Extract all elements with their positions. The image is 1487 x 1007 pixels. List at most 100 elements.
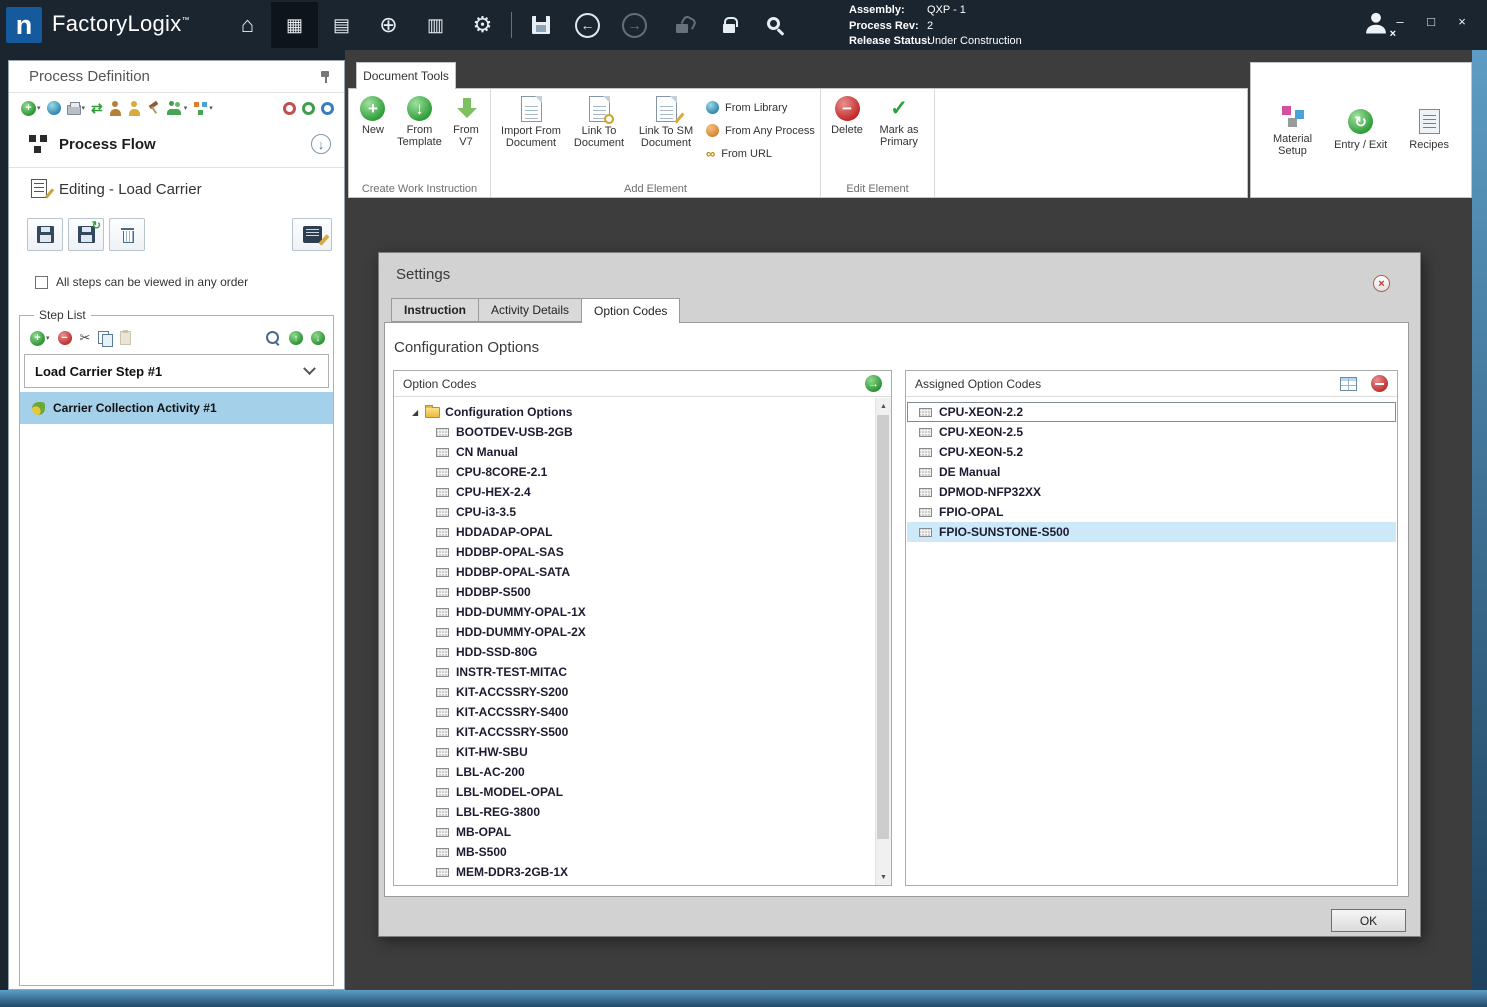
option-code-item[interactable]: HDD-SSD-80G bbox=[394, 642, 874, 662]
forward-button[interactable]: → bbox=[611, 2, 658, 48]
copy-button[interactable] bbox=[98, 330, 114, 347]
from-url-button[interactable]: ∞ From URL bbox=[706, 144, 815, 163]
option-code-item[interactable]: HDDBP-OPAL-SAS bbox=[394, 542, 874, 562]
option-code-item[interactable]: KIT-ACCSSRY-S500 bbox=[394, 722, 874, 742]
option-code-item[interactable]: CPU-i3-3.5 bbox=[394, 502, 874, 522]
status-blue-button[interactable] bbox=[321, 101, 334, 115]
zoom-button[interactable] bbox=[266, 330, 281, 346]
dialog-tab[interactable]: Option Codes bbox=[581, 298, 681, 323]
pin-icon[interactable] bbox=[319, 71, 331, 84]
documents-button[interactable]: ▤ bbox=[318, 2, 365, 48]
chevron-down-icon[interactable] bbox=[303, 361, 316, 375]
from-library-button[interactable]: From Library bbox=[706, 98, 815, 117]
entry-exit-button[interactable]: ↻ Entry / Exit bbox=[1334, 109, 1387, 151]
unlock-button[interactable] bbox=[658, 2, 705, 48]
delete-step-button[interactable] bbox=[109, 217, 145, 251]
status-red-button[interactable] bbox=[283, 101, 296, 115]
option-code-item[interactable]: CN Manual bbox=[394, 442, 874, 462]
add-step-button[interactable]: + ▾ bbox=[30, 330, 50, 346]
activity-row-selected[interactable]: Carrier Collection Activity #1 bbox=[20, 392, 333, 424]
maximize-button[interactable]: □ bbox=[1424, 14, 1438, 29]
option-code-item[interactable]: KIT-ACCSSRY-S400 bbox=[394, 702, 874, 722]
any-order-checkbox[interactable] bbox=[35, 275, 48, 289]
assigned-option-item[interactable]: CPU-XEON-2.2 bbox=[907, 402, 1396, 422]
option-code-item[interactable]: HDDBP-S500 bbox=[394, 582, 874, 602]
scrollbar-thumb[interactable] bbox=[877, 415, 889, 839]
option-code-item[interactable]: HDDBP-OPAL-SATA bbox=[394, 562, 874, 582]
scroll-up-button[interactable]: ▲ bbox=[876, 398, 891, 414]
grid-view-button[interactable] bbox=[1340, 376, 1357, 391]
assign-option-button[interactable]: → bbox=[865, 375, 882, 392]
ribbon-tab-document-tools[interactable]: Document Tools bbox=[356, 62, 456, 89]
copy-pages-button[interactable]: ▥ bbox=[412, 2, 459, 48]
assigned-option-item[interactable]: DE Manual bbox=[907, 462, 1396, 482]
option-codes-scrollbar[interactable]: ▲ ▼ bbox=[875, 398, 891, 885]
configuration-options-root[interactable]: ◢ Configuration Options bbox=[394, 402, 874, 422]
save-button[interactable] bbox=[517, 2, 564, 48]
ok-button[interactable]: OK bbox=[1331, 909, 1406, 932]
option-code-item[interactable]: BOOTDEV-USB-2GB bbox=[394, 422, 874, 442]
remove-step-button[interactable]: − bbox=[57, 331, 72, 345]
remove-assigned-button[interactable] bbox=[1371, 375, 1388, 392]
dialog-tab[interactable]: Activity Details bbox=[478, 298, 583, 322]
tools-button[interactable] bbox=[147, 101, 161, 115]
dialog-close-button[interactable]: × bbox=[1373, 275, 1390, 292]
link-to-sm-document-button[interactable]: Link To SM Document bbox=[630, 92, 702, 149]
assigned-option-item[interactable]: FPIO-OPAL bbox=[907, 502, 1396, 522]
export-step-button[interactable]: ↻ bbox=[68, 217, 104, 251]
lock-button[interactable] bbox=[705, 2, 752, 48]
dialog-tab[interactable]: Instruction bbox=[391, 298, 479, 322]
option-code-item[interactable]: MEM-DDR3-2GB-1X bbox=[394, 862, 874, 882]
assigned-option-item[interactable]: FPIO-SUNSTONE-S500 bbox=[907, 522, 1396, 542]
option-code-item[interactable]: HDD-DUMMY-OPAL-2X bbox=[394, 622, 874, 642]
from-any-process-button[interactable]: From Any Process bbox=[706, 121, 815, 140]
import-from-document-button[interactable]: Import From Document bbox=[494, 92, 568, 149]
scroll-down-button[interactable]: ▼ bbox=[876, 869, 891, 885]
option-code-item[interactable]: MB-OPAL bbox=[394, 822, 874, 842]
cut-button[interactable]: ✂ bbox=[80, 330, 91, 346]
settings-button[interactable]: ⚙ bbox=[459, 2, 506, 48]
recipes-button[interactable]: Recipes bbox=[1409, 109, 1449, 151]
home-button[interactable]: ⌂ bbox=[224, 2, 271, 48]
edit-step-button[interactable] bbox=[292, 217, 332, 251]
move-down-button[interactable]: ↓ bbox=[311, 331, 325, 345]
search-button[interactable] bbox=[752, 2, 799, 48]
process-definition-button[interactable]: ▦ bbox=[271, 2, 318, 48]
team-button[interactable]: ▾ bbox=[166, 101, 187, 115]
new-button[interactable]: + New bbox=[352, 92, 394, 136]
add-button[interactable]: + ▾ bbox=[21, 100, 41, 116]
link-to-document-button[interactable]: Link To Document bbox=[568, 92, 630, 149]
user-role-button[interactable] bbox=[128, 100, 141, 116]
collapse-button[interactable]: ↓ bbox=[311, 134, 331, 154]
mark-as-primary-button[interactable]: ✓ Mark as Primary bbox=[870, 92, 928, 148]
option-code-item[interactable]: KIT-ACCSSRY-S200 bbox=[394, 682, 874, 702]
save-step-button[interactable] bbox=[27, 217, 63, 251]
close-button[interactable]: × bbox=[1455, 14, 1469, 29]
status-green-button[interactable] bbox=[302, 101, 315, 115]
option-code-item[interactable]: INSTR-TEST-MITAC bbox=[394, 662, 874, 682]
option-code-item[interactable]: LBL-AC-200 bbox=[394, 762, 874, 782]
option-code-item[interactable]: CPU-HEX-2.4 bbox=[394, 482, 874, 502]
material-setup-button[interactable]: Material Setup bbox=[1273, 104, 1312, 157]
from-v7-button[interactable]: From V7 bbox=[445, 92, 487, 148]
user-button[interactable]: × bbox=[1362, 9, 1396, 40]
option-code-item[interactable]: HDDADAP-OPAL bbox=[394, 522, 874, 542]
back-button[interactable]: ← bbox=[564, 2, 611, 48]
option-code-item[interactable]: KIT-HW-SBU bbox=[394, 742, 874, 762]
delete-button[interactable]: − Delete bbox=[824, 92, 870, 136]
globe-button[interactable] bbox=[46, 101, 61, 115]
option-code-item[interactable]: CPU-8CORE-2.1 bbox=[394, 462, 874, 482]
print-button[interactable]: ▾ bbox=[66, 101, 85, 115]
option-code-item[interactable]: HDD-DUMMY-OPAL-1X bbox=[394, 602, 874, 622]
sync-button[interactable]: ⇄ bbox=[91, 100, 103, 117]
from-template-button[interactable]: ↓ From Template bbox=[394, 92, 445, 148]
assigned-option-item[interactable]: DPMOD-NFP32XX bbox=[907, 482, 1396, 502]
paste-button[interactable] bbox=[120, 330, 132, 345]
move-up-button[interactable]: ↑ bbox=[289, 331, 303, 345]
assigned-option-item[interactable]: CPU-XEON-5.2 bbox=[907, 442, 1396, 462]
expander-icon[interactable]: ◢ bbox=[412, 408, 418, 417]
assigned-option-item[interactable]: CPU-XEON-2.5 bbox=[907, 422, 1396, 442]
step-header[interactable]: Load Carrier Step #1 bbox=[24, 354, 329, 388]
minimize-button[interactable]: – bbox=[1393, 14, 1407, 29]
navigator-button[interactable]: ⊕ bbox=[365, 2, 412, 48]
